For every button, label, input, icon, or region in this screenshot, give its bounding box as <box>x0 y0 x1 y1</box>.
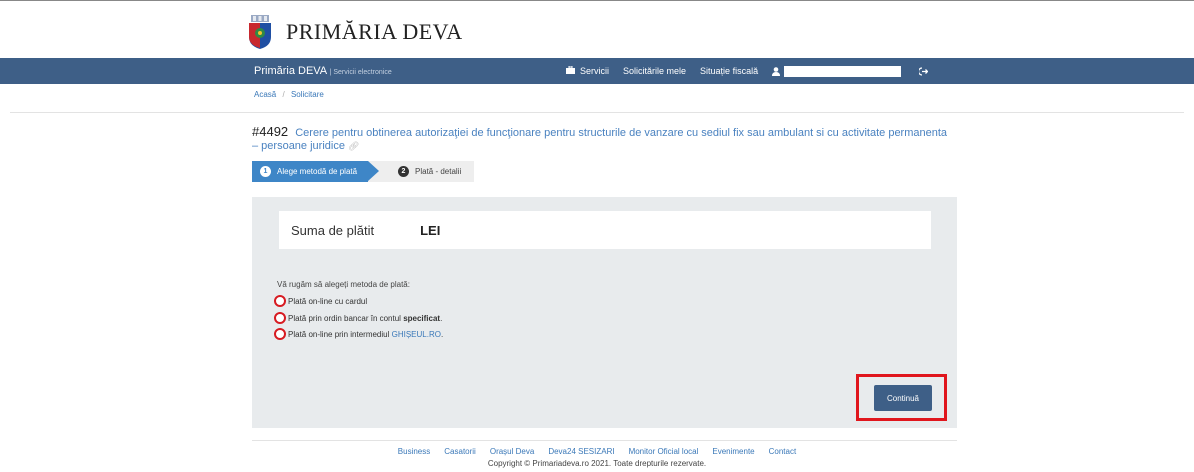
amount-label: Suma de plătit <box>291 222 375 238</box>
payment-steps: 1 Alege metodă de plată 2 Plată - detali… <box>252 161 474 182</box>
ghiseul-link[interactable]: GHIȘEUL.RO <box>392 330 441 339</box>
option-text: Plată on-line cu cardul <box>288 296 368 306</box>
copyright: Copyright © Primariadeva.ro 2021. Toate … <box>487 459 707 468</box>
footer-link-evenimente[interactable]: Evenimente <box>712 447 754 456</box>
user-icon[interactable] <box>772 66 781 76</box>
footer-link-casatorii[interactable]: Casatorii <box>444 447 476 456</box>
top-border <box>0 0 1194 1</box>
brand-name: Primăria DEVA <box>254 65 327 77</box>
link-icon[interactable]: 🔗︎ <box>348 141 359 151</box>
main-navbar: Primăria DEVA | Servicii electronice Ser… <box>0 58 1194 84</box>
continue-button[interactable]: Continuă <box>874 385 932 411</box>
breadcrumb-separator: / <box>282 90 285 99</box>
footer-link-orasul-deva[interactable]: Orașul Deva <box>490 447 534 456</box>
breadcrumb-home[interactable]: Acasă <box>254 90 276 99</box>
step-number: 2 <box>398 166 409 177</box>
nav-item-situatie-fiscala[interactable]: Situație fiscală <box>700 66 758 76</box>
amount-box: Suma de plătit LEI <box>279 211 931 249</box>
nav-item-label: Servicii <box>580 66 610 76</box>
briefcase-icon <box>566 65 575 76</box>
request-number: #4492 <box>252 124 289 139</box>
payment-panel: Suma de plătit LEI Vă rugăm să alegeți m… <box>252 197 957 428</box>
radio-bank-transfer[interactable] <box>274 312 286 324</box>
option-text: Plată prin ordin bancar în contul <box>288 313 404 323</box>
footer-link-business[interactable]: Business <box>398 447 430 456</box>
step-label: Plată - detalii <box>415 167 462 176</box>
footer-link-monitor-oficial[interactable]: Monitor Oficial local <box>629 447 699 456</box>
navbar-menu: Servicii Solicitările mele Situație fisc… <box>566 58 942 84</box>
option-text: Plată on-line prin intermediul <box>288 329 392 339</box>
option-bold-text: specificat <box>403 313 441 323</box>
step-choose-method[interactable]: 1 Alege metodă de plată <box>252 161 379 182</box>
logout-icon[interactable] <box>919 66 929 76</box>
brand-subtitle: | Servicii electronice <box>329 69 392 76</box>
radio-ghiseul[interactable] <box>274 328 286 340</box>
nav-item-solicitari[interactable]: Solicitările mele <box>623 66 686 76</box>
user-name-field[interactable] <box>784 65 902 77</box>
step-label: Alege metodă de plată <box>277 167 358 176</box>
nav-item-label: Situație fiscală <box>700 66 759 76</box>
payment-method-prompt: Vă rugăm să alegeți metoda de plată: <box>277 280 410 289</box>
footer-divider <box>252 440 957 441</box>
payment-option-card[interactable]: Plată on-line cu cardul <box>274 295 367 307</box>
step-number: 1 <box>260 166 271 177</box>
step-payment-details[interactable]: 2 Plată - detalii <box>368 161 474 182</box>
nav-item-servicii[interactable]: Servicii <box>566 65 610 76</box>
radio-card[interactable] <box>274 295 286 307</box>
option-suffix: . <box>440 313 443 323</box>
divider <box>10 112 1184 113</box>
footer-link-contact[interactable]: Contact <box>769 447 797 456</box>
breadcrumb: Acasă / Solicitare <box>254 90 324 99</box>
option-suffix: . <box>440 329 444 339</box>
footer-link-deva24[interactable]: Deva24 SESIZARI <box>548 447 614 456</box>
breadcrumb-current[interactable]: Solicitare <box>291 90 324 99</box>
site-logo[interactable]: PRIMĂRIA DEVA <box>248 12 463 52</box>
amount-value: LEI <box>420 222 441 238</box>
payment-option-bank-transfer[interactable]: Plată prin ordin bancar în contul specif… <box>274 312 442 324</box>
coat-of-arms-icon <box>248 15 272 49</box>
request-title: #4492 Cerere pentru obtinerea autorizaţi… <box>252 125 952 153</box>
payment-option-ghiseul[interactable]: Plată on-line prin intermediul GHIȘEUL.R… <box>274 328 443 340</box>
navbar-brand[interactable]: Primăria DEVA | Servicii electronice <box>254 65 392 77</box>
logo-text: PRIMĂRIA DEVA <box>286 19 463 44</box>
footer-links: Business Casatorii Orașul Deva Deva24 SE… <box>0 447 1194 456</box>
nav-item-label: Solicitările mele <box>623 66 687 76</box>
